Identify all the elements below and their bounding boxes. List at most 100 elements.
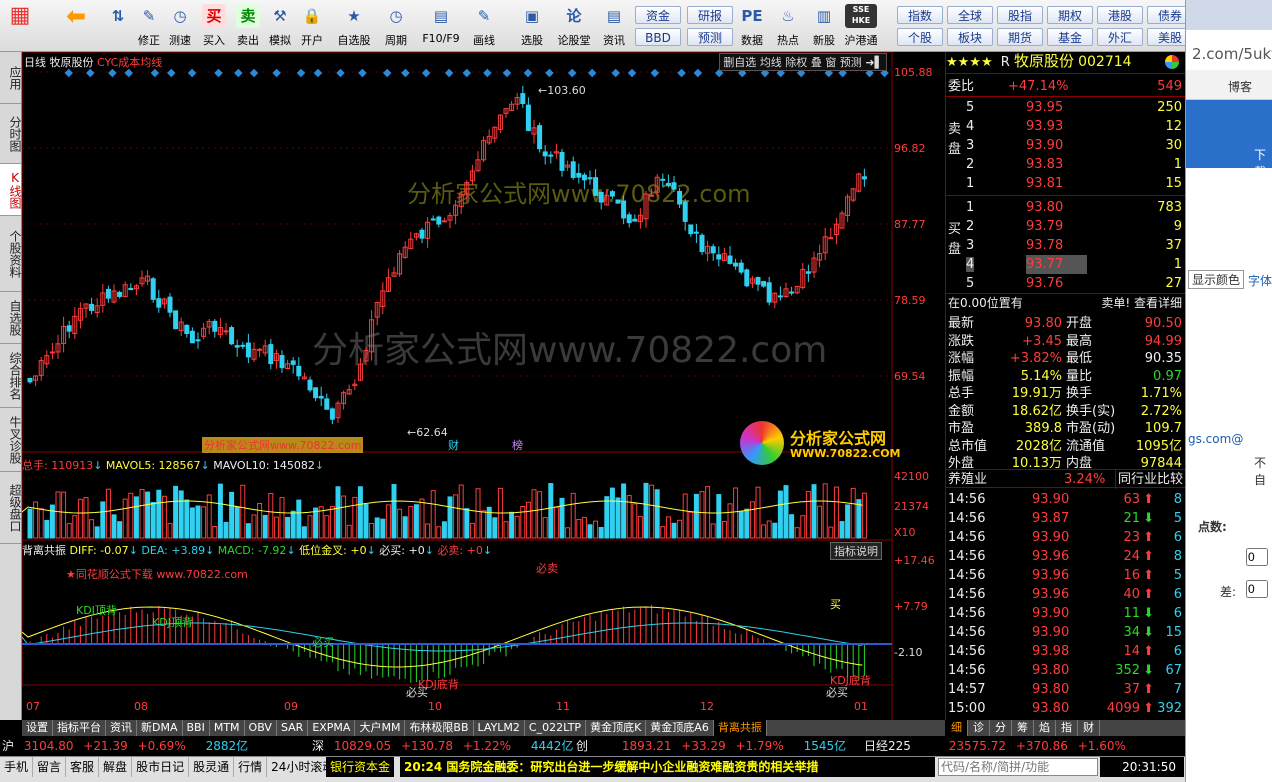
updown-button[interactable]: ⇅ [104,4,132,50]
left-tab-4[interactable]: 自选股 [0,292,22,344]
sell-level-2[interactable]: 2 93.83 1 [966,155,1184,174]
sell-detail-link[interactable]: 卖单! 查看详细 [1101,294,1182,313]
nav-0-6-button[interactable]: 港股 [1097,6,1143,24]
checkbox-label[interactable]: 不自 [1254,454,1272,488]
search-input[interactable] [938,758,1098,776]
diff-input[interactable] [1246,580,1268,598]
bookmark-blog[interactable]: 博客 [1228,78,1252,95]
menu-item-5[interactable]: 股灵通 [189,757,235,777]
left-tab-7[interactable]: 超级盘口 [0,472,22,544]
font-link[interactable]: 字体 [1248,272,1272,289]
menu-item-2[interactable]: 客服 [66,757,100,777]
back-button[interactable]: ⬅ [62,4,90,50]
open-button[interactable]: 🔒 开户 [298,4,326,50]
indicator-tab-8[interactable]: EXPMA [308,720,356,736]
menu-item-1[interactable]: 留言 [33,757,67,777]
industry-compare-button[interactable]: 同行业比较 [1115,470,1185,489]
left-tab-3[interactable]: 个股资料 [0,216,22,292]
nav-1-0-button[interactable]: BBD [635,28,681,46]
forecast-button[interactable]: 预测 [840,56,862,69]
indicator-tab-2[interactable]: 资讯 [106,720,137,736]
indicator-tab-7[interactable]: SAR [277,720,309,736]
color-select[interactable]: 显示颜色 [1188,270,1245,289]
left-tab-1[interactable]: 分时图 [0,104,22,164]
pick-button[interactable]: ▣ 选股 [514,4,550,50]
left-tab-2[interactable]: K线图 [0,164,22,216]
info-button[interactable]: ▤ 资讯 [598,4,630,50]
nav-0-5-button[interactable]: 期权 [1047,6,1093,24]
nav-1-4-button[interactable]: 期货 [997,28,1043,46]
period-button[interactable]: ◷ 周期 [378,4,414,50]
news-ticker[interactable]: 20:24 国务院金融委：研究出台进一步缓解中小企业融资难融资贵的相关举措 [400,757,935,777]
indicator-label[interactable]: CYC成本均线 [97,56,162,69]
left-tab-5[interactable]: 综合排名 [0,344,22,408]
quote-tab-1[interactable]: 诊 [968,720,990,736]
indicator-tab-15[interactable]: 背离共振 [713,720,767,736]
indicator-tab-1[interactable]: 指标平台 [53,720,106,736]
nav-1-2-button[interactable]: 个股 [897,28,943,46]
indicator-tab-12[interactable]: C_022LTP [525,720,587,736]
overlay-button[interactable]: 叠 [811,56,822,69]
left-tab-0[interactable]: 应用 [0,52,22,104]
indicator-tab-4[interactable]: BBI [183,720,210,736]
left-tab-6[interactable]: 牛叉诊股 [0,408,22,472]
menu-item-4[interactable]: 股市日记 [132,757,190,777]
buy-level-5[interactable]: 5 93.76 27 [966,274,1184,293]
nav-0-4-button[interactable]: 股指 [997,6,1043,24]
buy-level-4[interactable]: 4 93.77 1 [966,255,1184,274]
sz-index[interactable]: 深 10829.05 +130.78 +1.22% 4442亿 [312,737,573,756]
sh-index[interactable]: 沪 3104.80 +21.39 +0.69% 2882亿 [2,737,248,756]
indicator-tab-13[interactable]: 黄金顶底K [586,720,647,736]
menu-item-0[interactable]: 手机 [0,757,34,777]
forum-button[interactable]: 论论股堂 [556,4,592,50]
f10-button[interactable]: ▤ F10/F9 [420,4,462,50]
buy-button[interactable]: 买买入 [200,4,228,50]
period-label[interactable]: 日线 [24,56,46,69]
indicator-tab-10[interactable]: 布林极限BB [405,720,474,736]
nav-1-1-button[interactable]: 预测 [687,28,733,46]
menu-item-6[interactable]: 行情 [234,757,268,777]
nav-0-3-button[interactable]: 全球 [947,6,993,24]
test-button[interactable]: ◷ 测速 [166,4,194,50]
nav-0-1-button[interactable]: 研报 [687,6,733,24]
indicator-tab-0[interactable]: 设置 [22,720,53,736]
buy-level-1[interactable]: 1 93.80 783 [966,198,1184,217]
nav-1-5-button[interactable]: 基金 [1047,28,1093,46]
arrow-right-icon[interactable]: ➜▌ [865,56,883,69]
cy-index[interactable]: 创 1893.21 +33.29 +1.79% 1545亿 [576,737,846,756]
points-input[interactable] [1246,548,1268,566]
indicator-help-button[interactable]: 指标说明 [830,542,882,560]
window-button[interactable]: 窗 [825,56,836,69]
nikkei-index[interactable]: 日经225 23575.72 +370.86 +1.60% [864,737,1126,756]
promo-label[interactable]: 银行资本金 [326,757,395,777]
sell-level-3[interactable]: 3 93.90 30 [966,136,1184,155]
industry-name[interactable]: 养殖业 [948,472,987,487]
fix-button[interactable]: ✎ 修正 [136,4,162,50]
pie-icon[interactable] [1165,55,1179,69]
remove-selfselect-button[interactable]: 删自选 [723,56,756,69]
buy-level-2[interactable]: 2 93.79 9 [966,217,1184,236]
quote-tab-2[interactable]: 分 [990,720,1012,736]
draw-button[interactable]: ✎ 画线 [466,4,502,50]
nav-1-3-button[interactable]: 板块 [947,28,993,46]
quote-tab-3[interactable]: 筹 [1012,720,1034,736]
quote-tab-5[interactable]: 指 [1056,720,1078,736]
indicator-tab-11[interactable]: LAYLM2 [474,720,525,736]
nav-0-2-button[interactable]: 指数 [897,6,943,24]
ma-button[interactable]: 均线 [760,56,782,69]
indicator-tab-6[interactable]: OBV [245,720,277,736]
indicator-tab-14[interactable]: 黄金顶底A6 [646,720,714,736]
download-link[interactable]: 下载 [1254,146,1272,180]
nav-0-0-button[interactable]: 资金 [635,6,681,24]
quote-tab-6[interactable]: 财 [1078,720,1100,736]
email-link[interactable]: gs.com@ [1188,432,1243,446]
sell-level-4[interactable]: 4 93.93 12 [966,117,1184,136]
menu-item-3[interactable]: 解盘 [99,757,133,777]
selfsel-button[interactable]: ★ 自选股 [334,4,374,50]
buy-level-3[interactable]: 3 93.78 37 [966,236,1184,255]
sell-level-5[interactable]: 5 93.95 250 [966,98,1184,117]
menu-button[interactable]: ▦ [6,4,34,50]
exright-button[interactable]: 除权 [785,56,807,69]
indicator-tab-3[interactable]: 新DMA [137,720,183,736]
quote-tab-0[interactable]: 细 [946,720,968,736]
